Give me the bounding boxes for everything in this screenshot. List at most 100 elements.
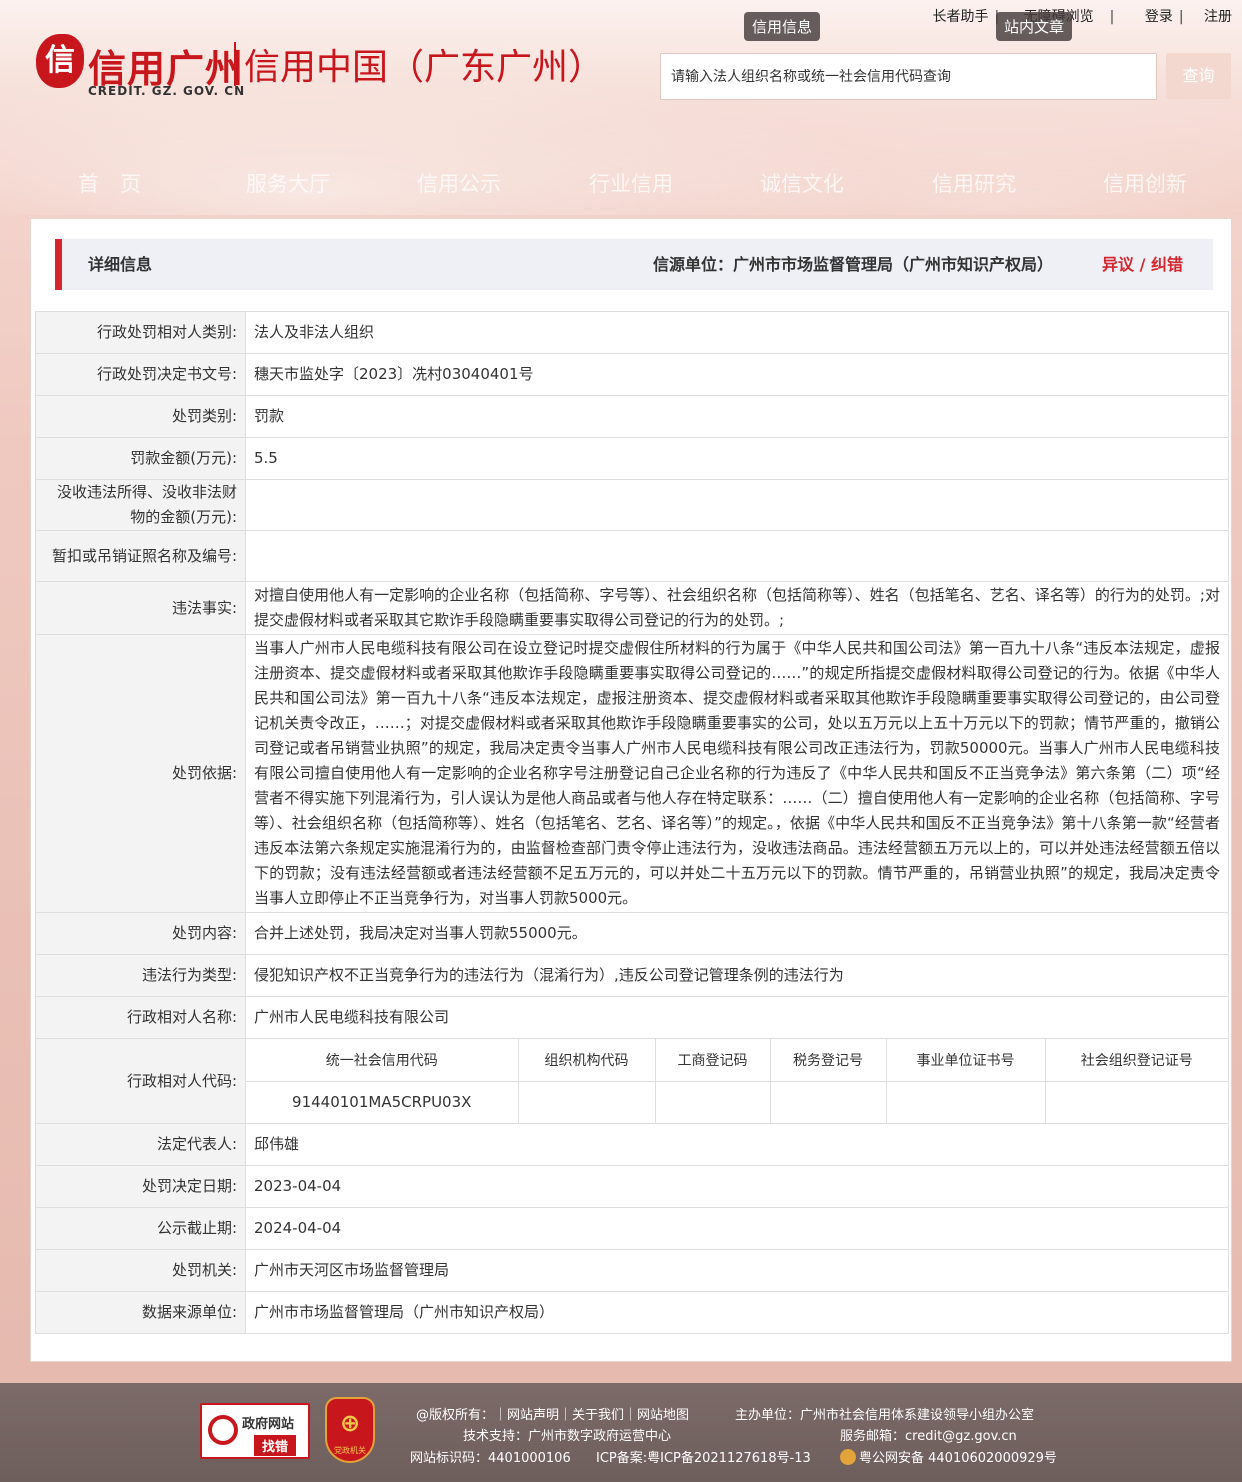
table-row: 暂扣或吊销证照名称及编号: [35,530,1229,582]
footer-email[interactable]: 服务邮箱：credit@gz.gov.cn [840,1425,1017,1444]
code-value-row: 91440101MA5CRPU03X [246,1080,1228,1123]
search-button[interactable]: 查询 [1166,53,1231,99]
top-links: 长者助手| 无障碍浏览| 登录| 注册 [924,6,1232,26]
table-row: 行政相对人名称: 广州市人民电缆科技有限公司 [35,996,1229,1039]
code-column-header: 统一社会信用代码 [246,1039,519,1082]
nav-credit-innovation[interactable]: 信用创新 [1103,168,1187,198]
table-row: 处罚决定日期: 2023-04-04 [35,1165,1229,1208]
nav-home[interactable]: 首 页 [78,168,141,198]
footer-tech-support: 技术支持：广州市数字政府运营中心 [463,1429,672,1444]
code-column-header: 组织机构代码 [517,1039,656,1082]
field-label: 罚款金额(万元): [35,437,246,480]
footer-site-id: 网站标识码：4401000106 [410,1451,571,1466]
field-label: 处罚机关: [35,1249,246,1292]
social-org-value [1044,1080,1228,1123]
footer-organizer: 主办单位：广州市社会信用体系建设领导小组办公室 [735,1408,1035,1423]
nav-integrity-culture[interactable]: 诚信文化 [760,168,844,198]
field-label: 处罚决定日期: [35,1165,246,1208]
nav-credit-research[interactable]: 信用研究 [932,168,1016,198]
party-emblem-icon: ⊕ [339,1409,361,1437]
code-column-header: 税务登记号 [769,1039,887,1082]
authority-value: 广州市天河区市场监督管理局 [245,1249,1229,1292]
login-link[interactable]: 登录 [1145,6,1173,26]
code-column-header: 事业单位证书号 [885,1039,1046,1082]
tooltip-credit-info[interactable]: 信用信息 [744,12,821,41]
field-label: 没收违法所得、没收非法财物的金额(万元): [35,479,246,531]
field-label: 行政处罚决定书文号: [35,353,246,396]
logo-divider [234,42,236,86]
field-label: 法定代表人: [35,1123,246,1166]
topbar-separator: | [1178,9,1184,25]
field-label: 处罚依据: [35,634,246,913]
gov-site-error-badge[interactable]: 政府网站 找错 [200,1403,310,1459]
field-label: 违法行为类型: [35,954,246,997]
code-column-header: 工商登记码 [654,1039,771,1082]
detail-title-bar: 详细信息 信源单位：广州市市场监督管理局（广州市知识产权局） 异议 / 纠错 [55,239,1213,290]
table-row: 行政处罚相对人类别: 法人及非法人组织 [35,311,1229,354]
subject-name-value: 广州市人民电缆科技有限公司 [245,996,1229,1039]
logo-domain: CREDIT. GZ. GOV. CN [88,84,246,98]
detail-panel: 详细信息 信源单位：广州市市场监督管理局（广州市知识产权局） 异议 / 纠错 行… [30,218,1232,1362]
code-column-header: 社会组织登记证号 [1044,1039,1228,1082]
decision-date-value: 2023-04-04 [245,1165,1229,1208]
data-source-value: 广州市市场监督管理局（广州市知识产权局） [245,1291,1229,1334]
search-input[interactable]: 请输入法人组织名称或统一社会信用代码查询 [660,53,1157,100]
detail-table: 行政处罚相对人类别: 法人及非法人组织 行政处罚决定书文号: 穗天市监处字〔20… [35,311,1229,1334]
source-unit-value: 广州市市场监督管理局（广州市知识产权局） [732,255,1053,274]
fine-amount-value: 5.5 [245,437,1229,480]
police-record-text: 粤公网安备 44010602000929号 [859,1451,1057,1466]
field-label: 行政相对人名称: [35,996,246,1039]
objection-link[interactable]: 异议 / 纠错 [1102,239,1183,290]
table-row: 处罚类别: 罚款 [35,395,1229,438]
logo-mark-icon: 信 [36,34,84,88]
violation-facts-value: 对擅自使用他人有一定影响的企业名称（包括简称、字号等）、社会组织名称（包括简称等… [245,581,1229,635]
gov-badge-action: 找错 [254,1435,297,1456]
institution-cert-value [885,1080,1046,1123]
table-row: 处罚内容: 合并上述处罚，我局决定对当事人罚款55000元。 [35,912,1229,955]
table-row: 行政处罚决定书文号: 穗天市监处字〔2023〕冼村03040401号 [35,353,1229,396]
footer-icp[interactable]: ICP备案:粤ICP备2021127618号-13 [596,1447,811,1466]
site-footer: 政府网站 找错 ⊕ 党政机关 @版权所有：｜网站声明｜关于我们｜网站地图 主办单… [0,1383,1242,1482]
table-row: 处罚依据: 当事人广州市人民电缆科技有限公司在设立登记时提交虚假住所材料的行为属… [35,634,1229,913]
publicity-deadline-value: 2024-04-04 [245,1207,1229,1250]
field-label: 公示截止期: [35,1207,246,1250]
elder-helper-link[interactable]: 长者助手 [932,6,988,26]
magnifier-icon [208,1415,238,1445]
business-reg-value [654,1080,771,1123]
field-label: 违法事实: [35,581,246,635]
confiscation-value [245,479,1229,531]
field-label: 处罚内容: [35,912,246,955]
nav-credit-publicity[interactable]: 信用公示 [417,168,501,198]
table-row: 数据来源单位: 广州市市场监督管理局（广州市知识产权局） [35,1291,1229,1334]
credit-code-value: 91440101MA5CRPU03X [246,1080,519,1123]
source-unit-label: 信源单位： [652,255,733,274]
register-link[interactable]: 注册 [1204,6,1232,26]
tooltip-site-article[interactable]: 站内文章 [996,12,1073,41]
penalty-content-value: 合并上述处罚，我局决定对当事人罚款55000元。 [245,912,1229,955]
main-nav: 首 页 服务大厅 信用公示 行业信用 诚信文化 信用研究 信用创新 [0,168,1242,200]
subject-code-cell: 统一社会信用代码 组织机构代码 工商登记码 税务登记号 事业单位证书号 社会组织… [245,1038,1229,1124]
logo-subtitle: 信用中国（广东广州） [244,47,605,88]
nav-service-hall[interactable]: 服务大厅 [246,168,330,198]
site-logo[interactable]: 信 信用广州 信用中国（广东广州） CREDIT. GZ. GOV. CN [36,34,604,104]
decision-no-value: 穗天市监处字〔2023〕冼村03040401号 [245,353,1229,396]
party-gov-badge[interactable]: ⊕ 党政机关 [325,1397,375,1463]
subject-type-value: 法人及非法人组织 [245,311,1229,354]
field-label: 行政处罚相对人类别: [35,311,246,354]
footer-links[interactable]: @版权所有：｜网站声明｜关于我们｜网站地图 [416,1404,689,1423]
topbar-separator: | [1109,9,1115,25]
violation-type-value: 侵犯知识产权不正当竞争行为的违法行为（混淆行为）,违反公司登记管理条例的违法行为 [245,954,1229,997]
detail-title: 详细信息 [88,255,153,274]
field-label: 处罚类别: [35,395,246,438]
party-badge-label: 党政机关 [334,1446,366,1455]
table-row: 公示截止期: 2024-04-04 [35,1207,1229,1250]
police-badge-icon [840,1449,856,1465]
subject-code-table: 统一社会信用代码 组织机构代码 工商登记码 税务登记号 事业单位证书号 社会组织… [246,1039,1228,1123]
field-label: 暂扣或吊销证照名称及编号: [35,530,246,582]
field-label: 行政相对人代码: [35,1038,246,1124]
penalty-basis-value: 当事人广州市人民电缆科技有限公司在设立登记时提交虚假住所材料的行为属于《中华人民… [245,634,1229,913]
table-row: 违法事实: 对擅自使用他人有一定影响的企业名称（包括简称、字号等）、社会组织名称… [35,581,1229,635]
nav-industry-credit[interactable]: 行业信用 [589,168,673,198]
footer-police-record[interactable]: 粤公网安备 44010602000929号 [840,1447,1057,1466]
source-unit: 信源单位：广州市市场监督管理局（广州市知识产权局） [653,239,1053,290]
